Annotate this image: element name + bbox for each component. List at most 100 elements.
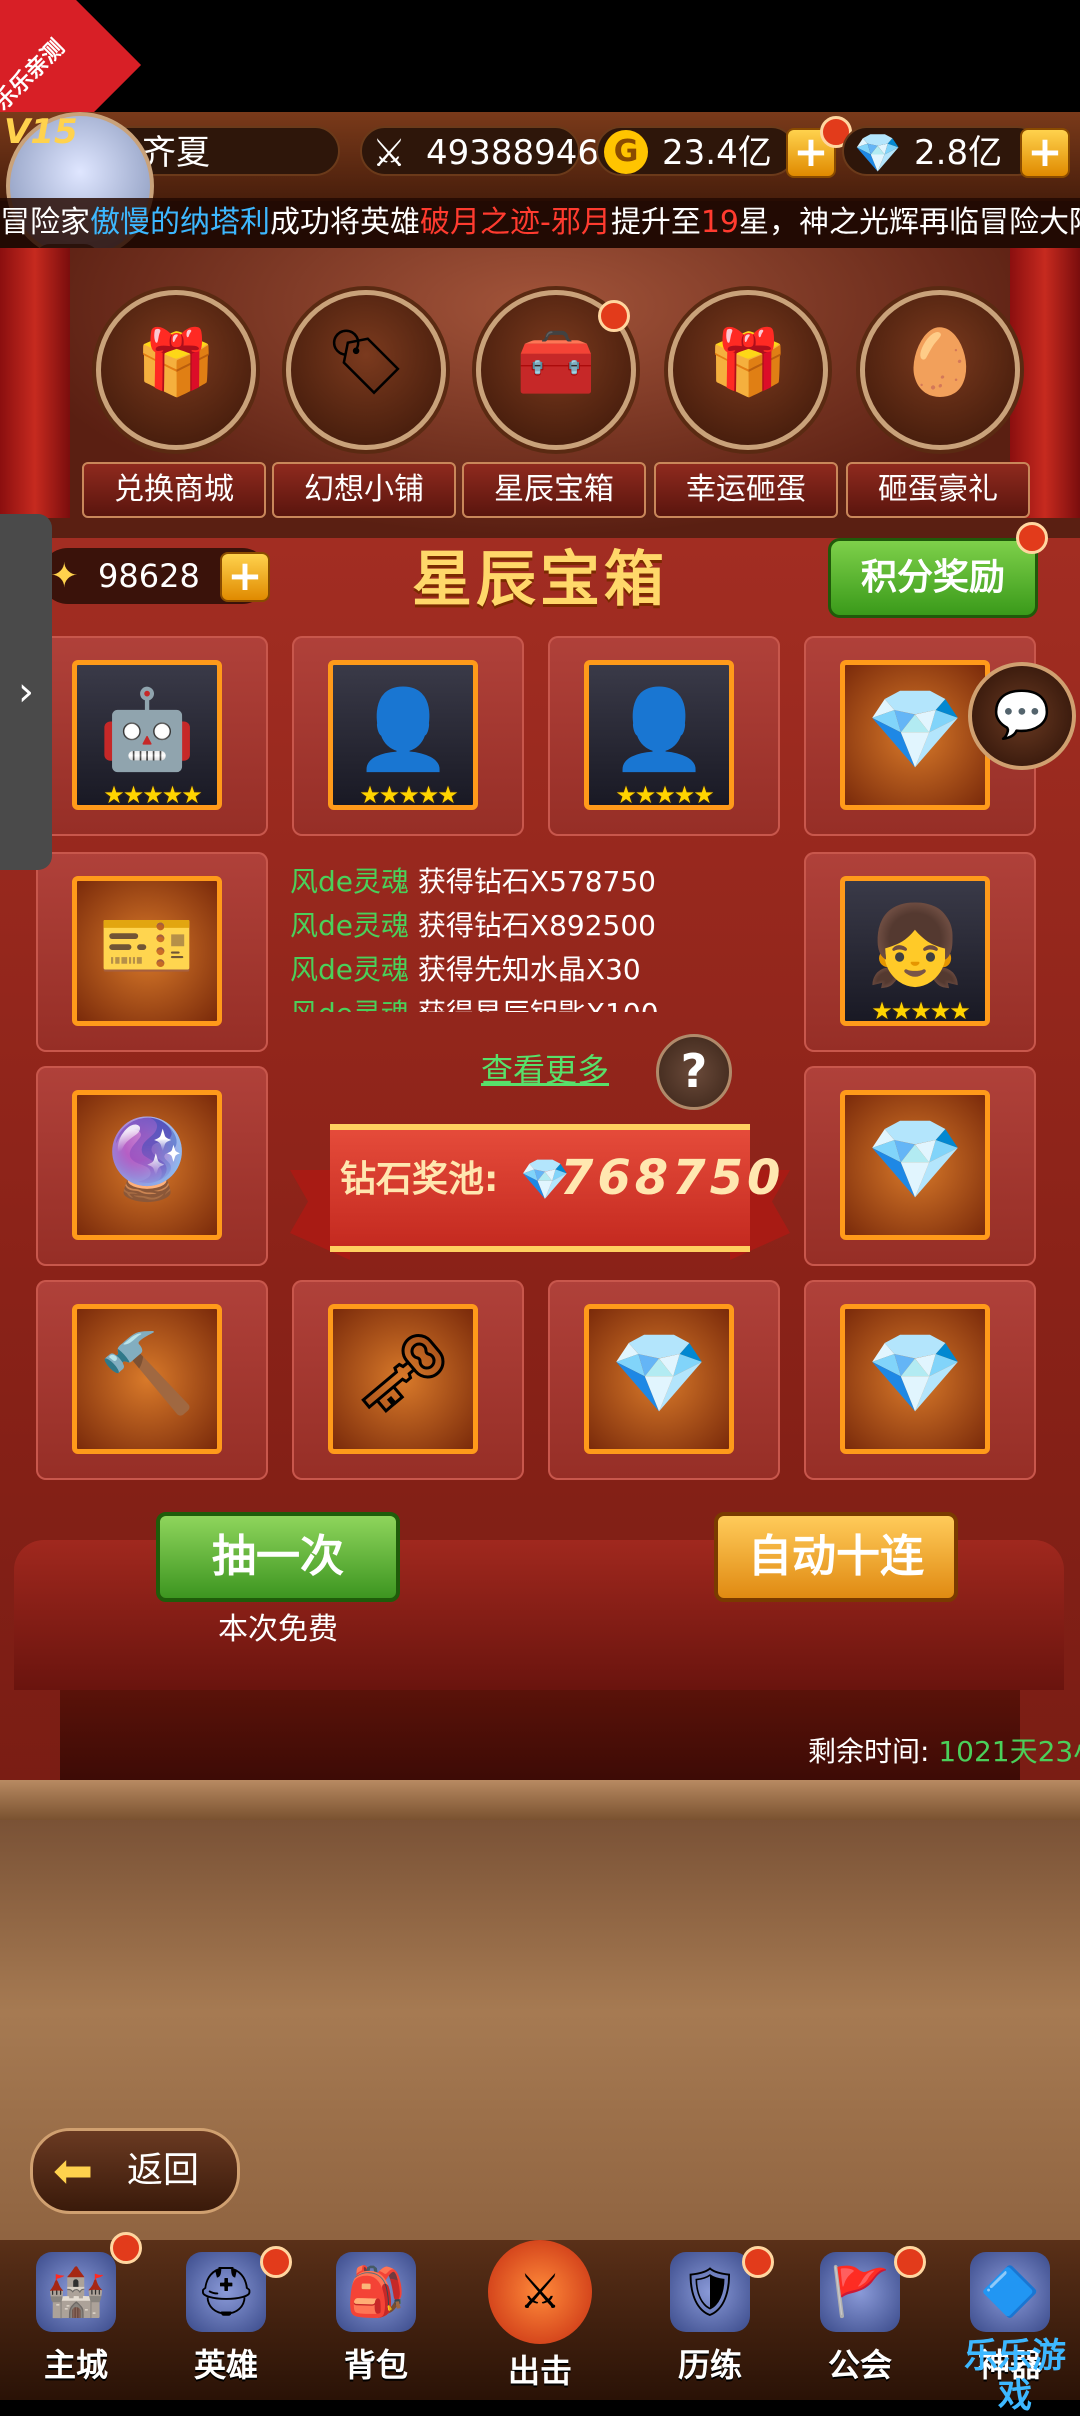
- log-text: 获得钻石X578750: [417, 865, 656, 898]
- artifact-orb-icon: 🔷: [970, 2252, 1050, 2332]
- ticker-stars: 19: [700, 205, 740, 240]
- add-points-button[interactable]: +: [220, 552, 270, 602]
- back-label: 返回: [127, 2150, 200, 2191]
- reward-slot: 👤 ★★★★★: [292, 636, 524, 836]
- nav-label: 英雄: [193, 2346, 258, 2384]
- notification-dot: [894, 2246, 926, 2278]
- log-player: 风de灵魂: [290, 865, 410, 898]
- star-rating: ★★★★★: [103, 781, 203, 809]
- draw-once-button[interactable]: 抽一次: [156, 1512, 400, 1602]
- castle-icon: 🏰: [36, 2252, 116, 2332]
- view-more-link[interactable]: 查看更多: [470, 1048, 620, 1092]
- reward-hero-warrior: 👤 ★★★★★: [328, 660, 478, 810]
- tab-label[interactable]: 兑换商城: [82, 462, 266, 518]
- mecha-hero-icon: 🤖: [98, 685, 196, 775]
- wooden-shelf: [0, 1780, 1080, 1820]
- diamond-icon: 💎: [866, 1329, 964, 1419]
- reward-slot: 🎫: [36, 852, 268, 1052]
- log-player: 风de灵魂: [290, 953, 410, 986]
- star-rating: ★★★★★: [359, 781, 459, 809]
- nav-label: 公会: [827, 2346, 892, 2384]
- swordsman-hero-icon: 👤: [610, 685, 708, 775]
- log-text: 获得先知水晶X30: [417, 953, 641, 986]
- shop-sign-icon: 🏷: [325, 326, 407, 400]
- hammer-icon: 🔨: [98, 1329, 196, 1419]
- power-value: 49388946: [426, 133, 600, 173]
- ticker-hero: 破月之迹-邪月: [420, 205, 611, 240]
- chat-icon[interactable]: 💬: [968, 662, 1076, 770]
- crossed-swords-icon: ⚔: [488, 2240, 592, 2344]
- log-player: 风de灵魂: [290, 997, 409, 1012]
- remaining-time-label: 剩余时间:: [808, 1735, 930, 1768]
- nav-label: 背包: [343, 2346, 408, 2384]
- diamond-value: 2.8亿: [914, 133, 1003, 173]
- ticker-text: 提升至: [610, 205, 701, 240]
- diamond-box: 💎 2.8亿: [842, 126, 1042, 176]
- watermark-logo: 乐乐游戏: [964, 2336, 1066, 2416]
- tab-exchange-shop[interactable]: 🎁: [96, 290, 256, 450]
- log-row: 风de灵魂 获得钻石X578750: [290, 860, 790, 904]
- tab-label[interactable]: 幻想小铺: [272, 462, 456, 518]
- scepter-icon: 🗝: [353, 1329, 453, 1419]
- log-row: 风de灵魂 获得先知水晶X30: [290, 948, 790, 992]
- log-text: 获得钻石X892500: [417, 909, 656, 942]
- notification-dot: [742, 2246, 774, 2278]
- reward-slot: 💎: [804, 1280, 1036, 1480]
- reward-diamond: 💎: [840, 1304, 990, 1454]
- help-icon[interactable]: ?: [656, 1034, 732, 1110]
- diamond-icon: 💎: [854, 131, 902, 175]
- tab-egg-gift[interactable]: 🥚: [860, 290, 1020, 450]
- golden-egg-icon: 🥚: [900, 326, 980, 400]
- announcement-ticker: 冒险家傲慢的纳塔利成功将英雄破月之迹-邪月提升至19星，神之光辉再临冒险大陆: [0, 198, 1080, 248]
- nav-battle[interactable]: ⚔ 出击: [472, 2228, 608, 2390]
- tab-label[interactable]: 幸运砸蛋: [654, 462, 838, 518]
- back-button[interactable]: ⬅ 返回: [30, 2128, 240, 2214]
- add-diamond-button[interactable]: +: [1020, 128, 1070, 178]
- gold-value: 23.4亿: [662, 133, 772, 173]
- nav-backpack[interactable]: 🎒 背包: [316, 2240, 436, 2400]
- log-player: 风de灵魂: [290, 909, 410, 942]
- remaining-time-value: 1021天23小时: [938, 1735, 1080, 1768]
- log-row: 风de灵魂 获得钻石X892500: [290, 904, 790, 948]
- tab-label[interactable]: 星辰宝箱: [462, 462, 646, 518]
- auto-ten-draw-button[interactable]: 自动十连: [714, 1512, 958, 1602]
- gift-box-icon: 🎁: [136, 326, 216, 400]
- crossed-swords-icon: ⚔: [372, 131, 407, 175]
- nav-label: 历练: [677, 2346, 742, 2384]
- reward-hero-mecha: 🤖 ★★★★★: [72, 660, 222, 810]
- points-reward-button[interactable]: 积分奖励: [828, 538, 1038, 618]
- tab-lucky-egg[interactable]: 🎁: [668, 290, 828, 450]
- star-rating: ★★★★★: [615, 781, 715, 809]
- ticker-player: 傲慢的纳塔利: [90, 205, 270, 240]
- gold-box: G 23.4亿: [596, 126, 796, 176]
- notification-dot: [110, 2232, 142, 2264]
- guild-banner-icon: 🚩: [820, 2252, 900, 2332]
- diamond-icon: 💎: [866, 1115, 964, 1205]
- reward-diamond: 💎: [584, 1304, 734, 1454]
- side-drawer-toggle[interactable]: ›: [0, 514, 52, 870]
- tab-fantasy-shop[interactable]: 🏷: [286, 290, 446, 450]
- reward-slot: 👧 ★★★★★: [804, 852, 1036, 1052]
- reward-scepter: 🗝: [328, 1304, 478, 1454]
- warrior-hero-icon: 👤: [354, 685, 452, 775]
- remaining-time: 剩余时间: 1021天23小时: [808, 1730, 1080, 1770]
- nav-label: 出击: [507, 2352, 572, 2390]
- tab-label[interactable]: 砸蛋豪礼: [846, 462, 1030, 518]
- ticker-text: 冒险家: [0, 205, 90, 240]
- reward-crystal-orb: 🔮: [72, 1090, 222, 1240]
- reward-hero-swordsman: 👤 ★★★★★: [584, 660, 734, 810]
- reward-log: 风de灵魂 获得钻石X578750 风de灵魂 获得钻石X892500 风de灵…: [290, 860, 790, 1020]
- diamond-icon: 💎: [610, 1329, 708, 1419]
- reward-hero-girl: 👧 ★★★★★: [840, 876, 990, 1026]
- reward-slot: 💎: [804, 1066, 1036, 1266]
- diamond-pool-value: 768750: [560, 1150, 785, 1206]
- reward-slot: 🔨: [36, 1280, 268, 1480]
- shield-icon: 🛡: [670, 2252, 750, 2332]
- curtain-left: [0, 248, 70, 518]
- crystal-orb-icon: 🔮: [98, 1115, 196, 1205]
- lucky-egg-icon: 🎁: [708, 326, 788, 400]
- nav-label: 主城: [43, 2346, 108, 2384]
- notification-dot: [260, 2246, 292, 2278]
- nav-main-city[interactable]: 🏰 主城: [16, 2240, 136, 2400]
- diamond-pool-label: 钻石奖池:: [340, 1159, 499, 1200]
